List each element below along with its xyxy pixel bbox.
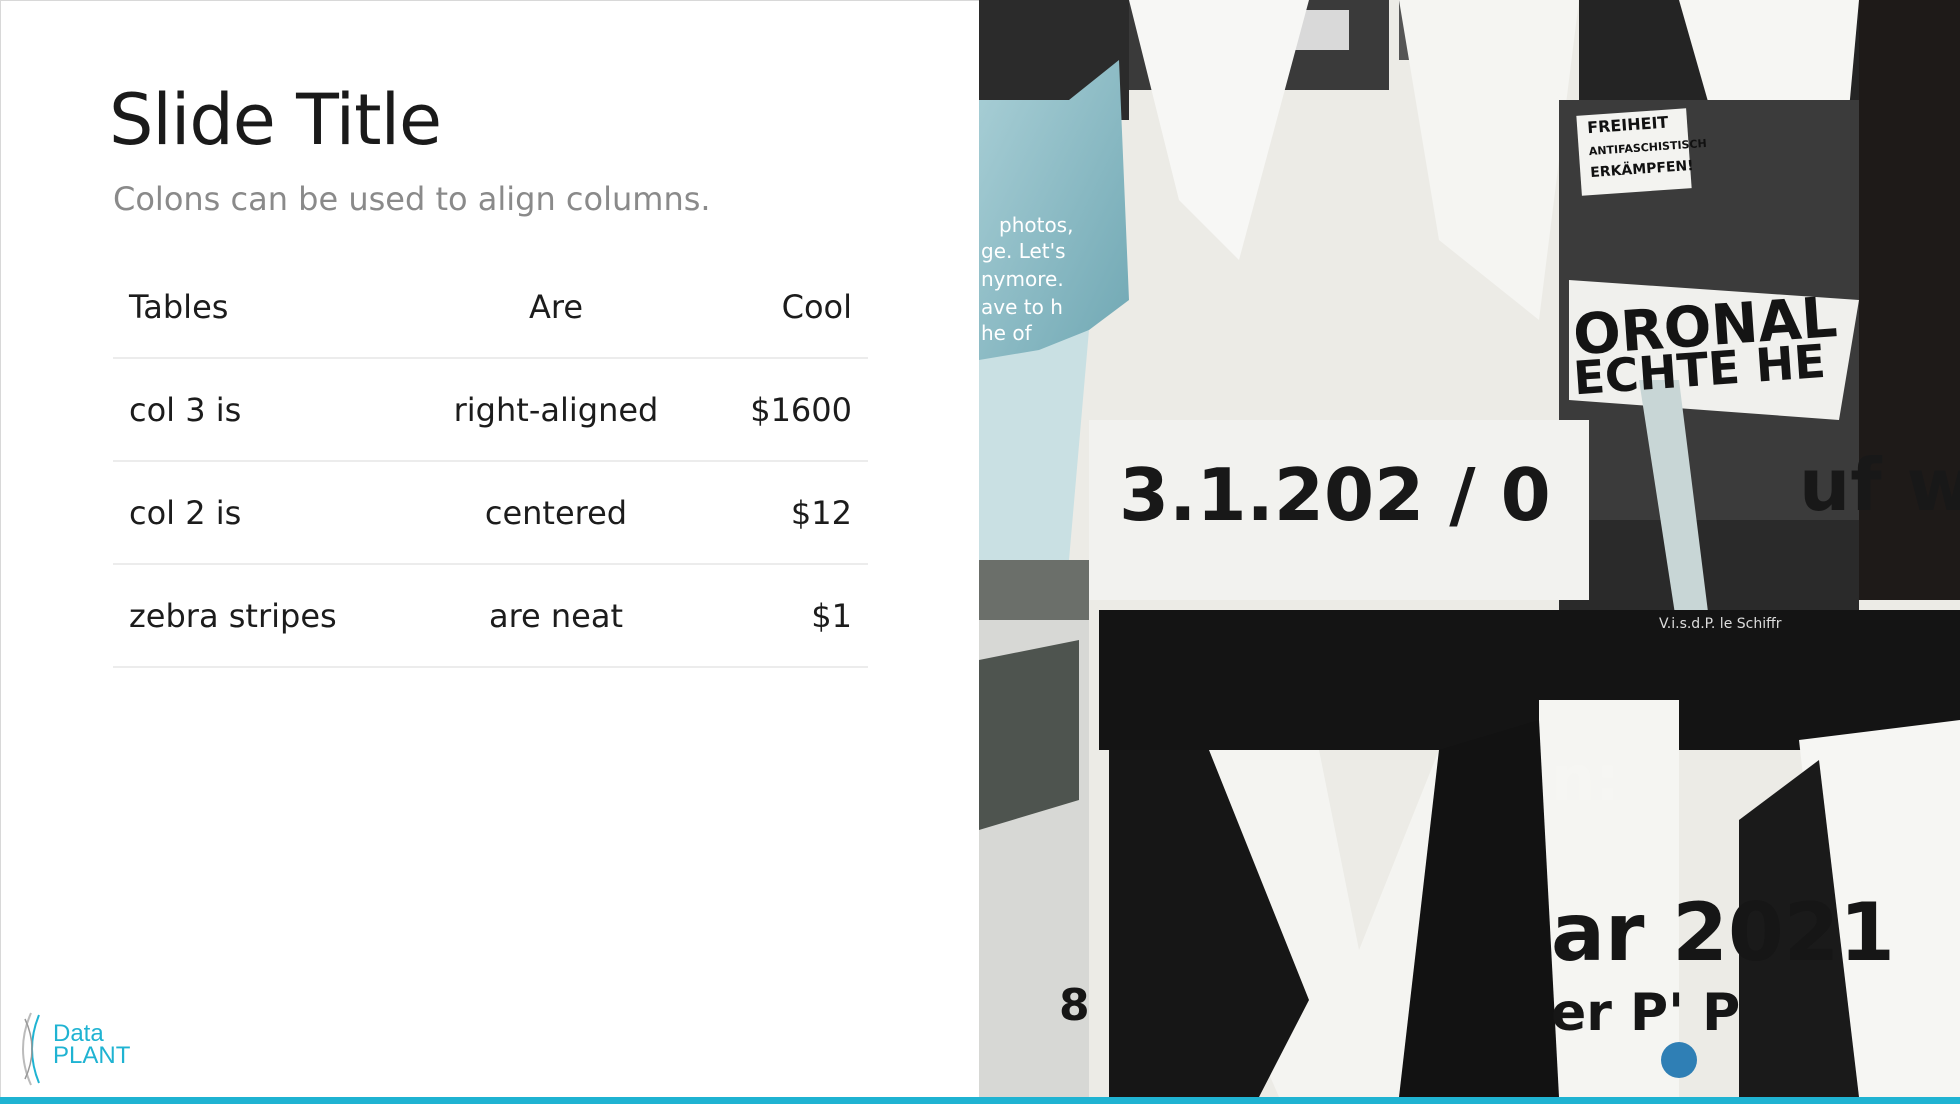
table-cell: $12 bbox=[702, 461, 868, 565]
column-header: Are bbox=[409, 256, 703, 359]
torn-poster-collage: FREIHEIT ANTIFASCHISTISCH ERKÄMPFEN! ORO… bbox=[979, 0, 1960, 1097]
table-cell: col 2 is bbox=[113, 461, 410, 565]
slide-subtitle: Colons can be used to align columns. bbox=[113, 180, 711, 218]
svg-text:V.i.s.d.P. le Schiffr: V.i.s.d.P. le Schiffr bbox=[1659, 616, 1782, 632]
svg-text:ar 2021: ar 2021 bbox=[1551, 886, 1895, 979]
logo-line-plant: PLANT bbox=[53, 1042, 131, 1069]
slide-title: Slide Title bbox=[109, 79, 442, 161]
logo-wordmark: Data PLANT bbox=[53, 1022, 131, 1069]
data-table: Tables Are Cool col 3 is right-aligned $… bbox=[113, 256, 868, 668]
table-cell: right-aligned bbox=[409, 358, 703, 462]
table-row: col 3 is right-aligned $1600 bbox=[113, 358, 868, 462]
dataplant-logo: Data PLANT bbox=[17, 1009, 147, 1089]
table-cell: centered bbox=[409, 461, 703, 565]
svg-text:er P' P: er P' P bbox=[1551, 983, 1740, 1043]
svg-text:3.1.202 / 0: 3.1.202 / 0 bbox=[1119, 453, 1551, 537]
accent-bar bbox=[0, 1097, 1960, 1104]
column-header: Cool bbox=[702, 256, 868, 359]
svg-text:8: 8 bbox=[1059, 980, 1090, 1031]
table-row: col 2 is centered $12 bbox=[113, 461, 868, 565]
svg-text:uf w: uf w bbox=[1799, 443, 1960, 527]
table-cell: are neat bbox=[409, 564, 703, 668]
svg-text:photos,: photos, bbox=[999, 213, 1073, 237]
svg-text:he of: he of bbox=[981, 321, 1033, 345]
column-header: Tables bbox=[113, 256, 410, 359]
table-row: zebra stripes are neat $1 bbox=[113, 564, 868, 668]
svg-text:n:: n: bbox=[1551, 742, 1620, 815]
collage-image: FREIHEIT ANTIFASCHISTISCH ERKÄMPFEN! ORO… bbox=[979, 0, 1960, 1097]
table-cell: $1600 bbox=[702, 358, 868, 462]
table-cell: $1 bbox=[702, 564, 868, 668]
svg-text:ge. Let's: ge. Let's bbox=[981, 239, 1066, 263]
table-header-row: Tables Are Cool bbox=[113, 256, 868, 359]
content-pane: Slide Title Colons can be used to align … bbox=[0, 0, 979, 1097]
svg-text:nymore.: nymore. bbox=[981, 267, 1064, 291]
slide: Slide Title Colons can be used to align … bbox=[0, 0, 1960, 1104]
table-cell: zebra stripes bbox=[113, 564, 410, 668]
svg-text:ave to h: ave to h bbox=[981, 295, 1063, 319]
table-cell: col 3 is bbox=[113, 358, 410, 462]
